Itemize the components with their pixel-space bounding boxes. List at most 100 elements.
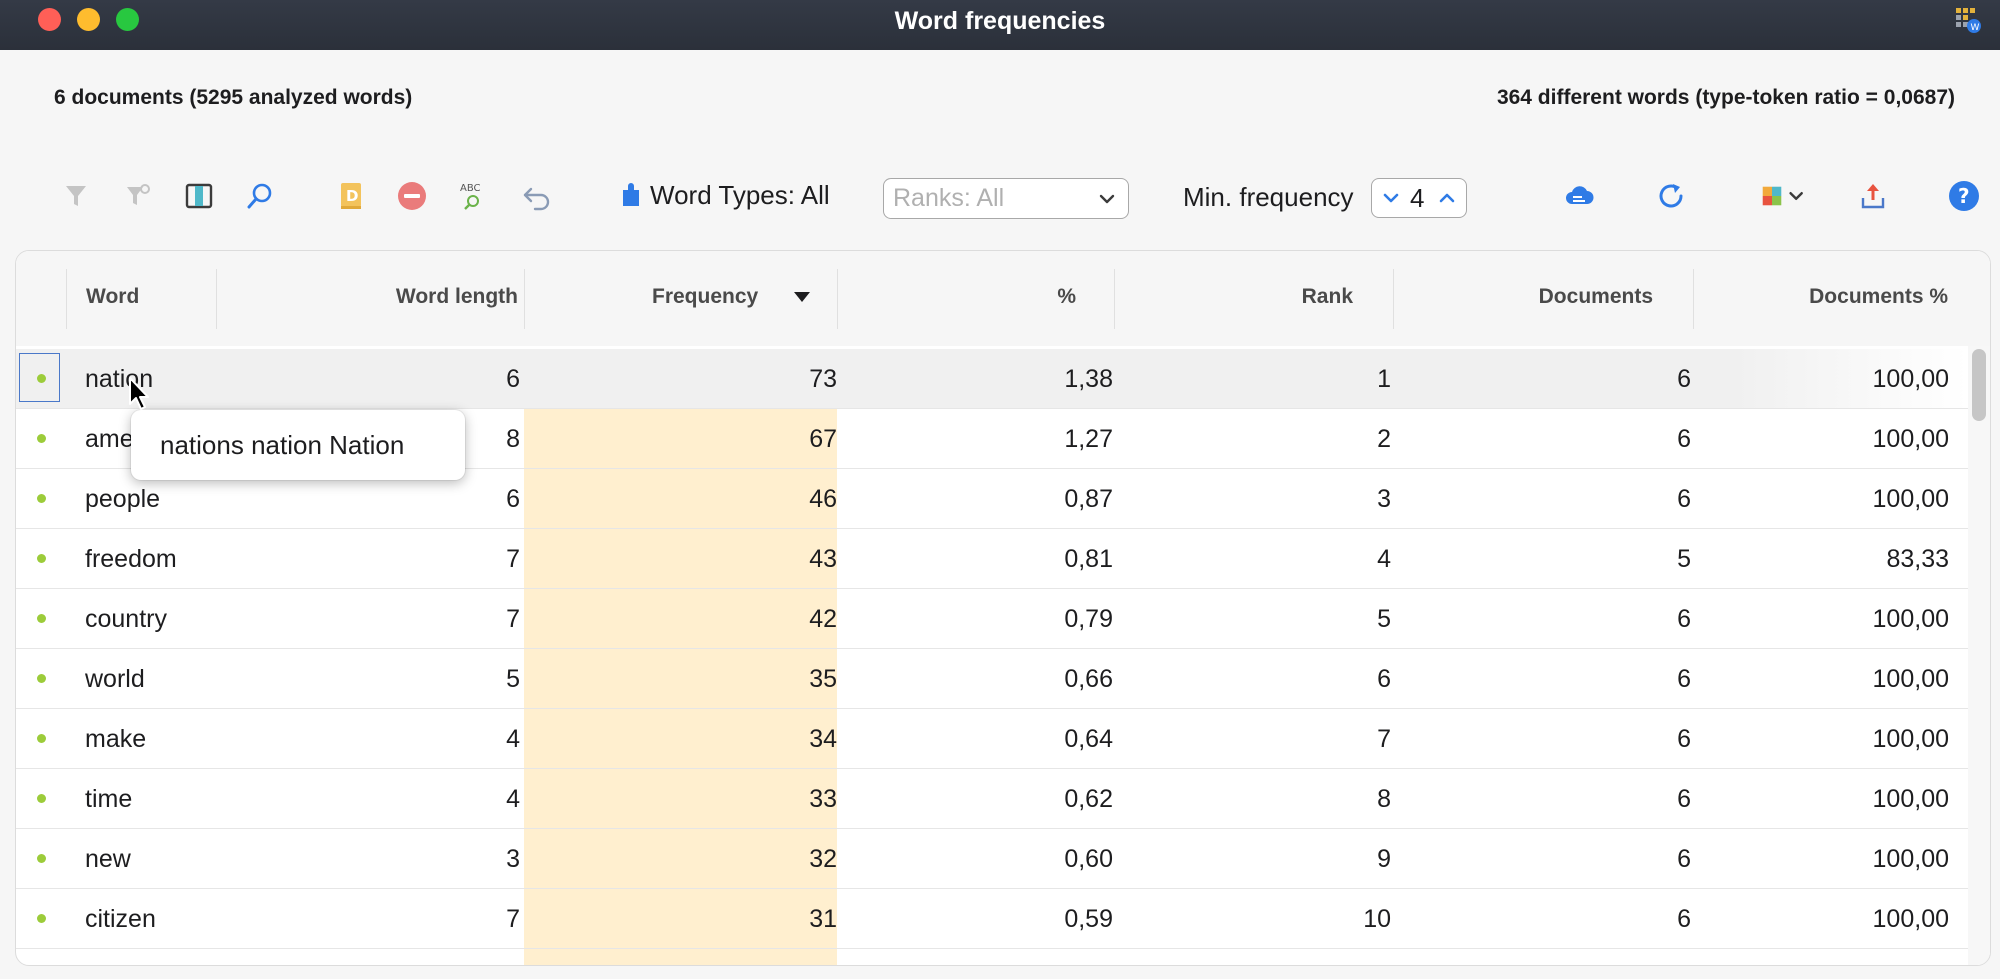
cell-frequency: 43 [809,545,837,573]
help-icon[interactable]: ? [1946,178,1982,214]
word-frequency-table: Word Word length Frequency % Rank Docume… [15,250,1991,966]
min-frequency-label: Min. frequency [1183,182,1354,212]
cell-word-length: 7 [506,605,520,633]
cell-word: time [85,785,133,813]
chevron-up-icon[interactable] [1436,187,1458,209]
word-types-filter[interactable]: Word Types: All [620,180,830,211]
status-dot-icon [37,494,46,503]
table-row[interactable]: citizen 7 31 0,59 10 6 100,00 [16,889,1968,949]
column-separator [1393,269,1394,329]
dictionary-icon[interactable]: D [333,178,369,214]
min-frequency-value[interactable]: 4 [1410,183,1424,214]
cell-frequency: 34 [809,725,837,753]
cell-documents-percent: 100,00 [1872,785,1949,813]
undo-icon[interactable] [519,178,555,214]
chevron-down-icon[interactable] [1380,187,1402,209]
table-row[interactable]: make 4 34 0,64 7 6 100,00 [16,709,1968,769]
column-header-percent[interactable]: % [1057,285,1076,309]
cell-frequency: 33 [809,785,837,813]
cell-word: make [85,725,147,753]
cell-word-length: 4 [506,785,520,813]
status-dot-icon [37,614,46,623]
remove-icon[interactable] [394,178,430,214]
cell-percent: 1,38 [1064,365,1113,393]
cell-rank: 10 [1363,905,1391,933]
cell-rank: 9 [1377,845,1391,873]
vertical-scrollbar[interactable] [1968,346,1990,965]
column-separator [1693,269,1694,329]
mouse-cursor-icon [129,377,149,410]
table-row[interactable]: country 7 42 0,79 5 6 100,00 [16,589,1968,649]
cell-rank: 2 [1377,425,1391,453]
cell-word-length: 6 [506,365,520,393]
status-dot-icon [37,794,46,803]
cell-documents-percent: 100,00 [1872,905,1949,933]
cell-word: new [85,845,131,873]
type-token-summary: 364 different words (type-token ratio = … [1496,86,1955,109]
column-header-documents-percent[interactable]: Documents % [1809,285,1948,309]
svg-text:D: D [346,187,358,205]
column-header-word-length[interactable]: Word length [396,285,518,309]
cell-rank: 7 [1377,725,1391,753]
spellcheck-icon[interactable]: ABC [456,178,492,214]
word-types-label: Word Types: All [650,180,830,210]
cell-rank: 4 [1377,545,1391,573]
cell-word-length: 7 [506,905,520,933]
cell-word-length: 3 [506,845,520,873]
table-row[interactable]: new 3 32 0,60 9 6 100,00 [16,829,1968,889]
column-separator [66,269,67,329]
table-header: Word Word length Frequency % Rank Docume… [16,251,1990,346]
export-icon[interactable] [1855,178,1891,214]
cell-frequency: 35 [809,665,837,693]
table-row[interactable]: time 4 33 0,62 8 6 100,00 [16,769,1968,829]
column-separator [1114,269,1115,329]
table-row[interactable]: freedom 7 43 0,81 4 5 83,33 [16,529,1968,589]
status-dot-icon [37,434,46,443]
cell-documents-percent: 100,00 [1872,485,1949,513]
column-header-word[interactable]: Word [86,285,139,309]
svg-text:W: W [1971,23,1980,33]
cell-percent: 0,62 [1064,785,1113,813]
funnel-icon[interactable] [58,178,94,214]
cell-documents: 6 [1677,725,1691,753]
window-title: Word frequencies [894,7,1106,35]
cell-documents: 6 [1677,365,1691,393]
word-types-icon [623,182,639,206]
cell-documents: 6 [1677,785,1691,813]
cell-word: world [85,665,145,693]
ranks-placeholder: Ranks: All [893,184,1005,212]
cell-percent: 1,27 [1064,425,1113,453]
funnel-settings-icon[interactable] [120,178,156,214]
cell-documents-percent: 100,00 [1872,725,1949,753]
documents-summary: 6 documents (5295 analyzed words) [54,86,413,109]
search-icon[interactable] [242,178,278,214]
cell-word-length: 5 [506,665,520,693]
scrollbar-thumb[interactable] [1972,349,1986,421]
cell-frequency: 67 [809,425,837,453]
refresh-icon[interactable] [1653,178,1689,214]
cell-documents-percent: 83,33 [1886,545,1949,573]
cell-frequency: 31 [809,905,837,933]
column-header-rank[interactable]: Rank [1302,285,1353,309]
sort-descending-icon[interactable] [793,291,811,303]
cell-percent: 0,79 [1064,605,1113,633]
column-toggle-icon[interactable] [181,178,217,214]
cell-frequency: 73 [809,365,837,393]
cell-word-length: 7 [506,545,520,573]
cloud-icon[interactable] [1561,178,1597,214]
min-frequency-stepper[interactable]: 4 [1371,178,1467,218]
color-palette-icon[interactable] [1757,178,1813,214]
cell-word: freedom [85,545,177,573]
status-dot-icon [37,854,46,863]
cell-percent: 0,66 [1064,665,1113,693]
column-header-documents[interactable]: Documents [1539,285,1653,309]
column-separator [837,269,838,329]
table-row[interactable]: world 5 35 0,66 6 6 100,00 [16,649,1968,709]
word-variants-tooltip: nations nation Nation [131,410,465,480]
column-header-frequency[interactable]: Frequency [652,285,758,309]
cell-documents: 6 [1677,605,1691,633]
ranks-select[interactable]: Ranks: All [883,178,1129,219]
chevron-down-icon [1099,194,1115,204]
table-row[interactable]: nation 6 73 1,38 1 6 100,00 [16,349,1968,409]
title-bar: Word frequencies W [0,0,2000,50]
